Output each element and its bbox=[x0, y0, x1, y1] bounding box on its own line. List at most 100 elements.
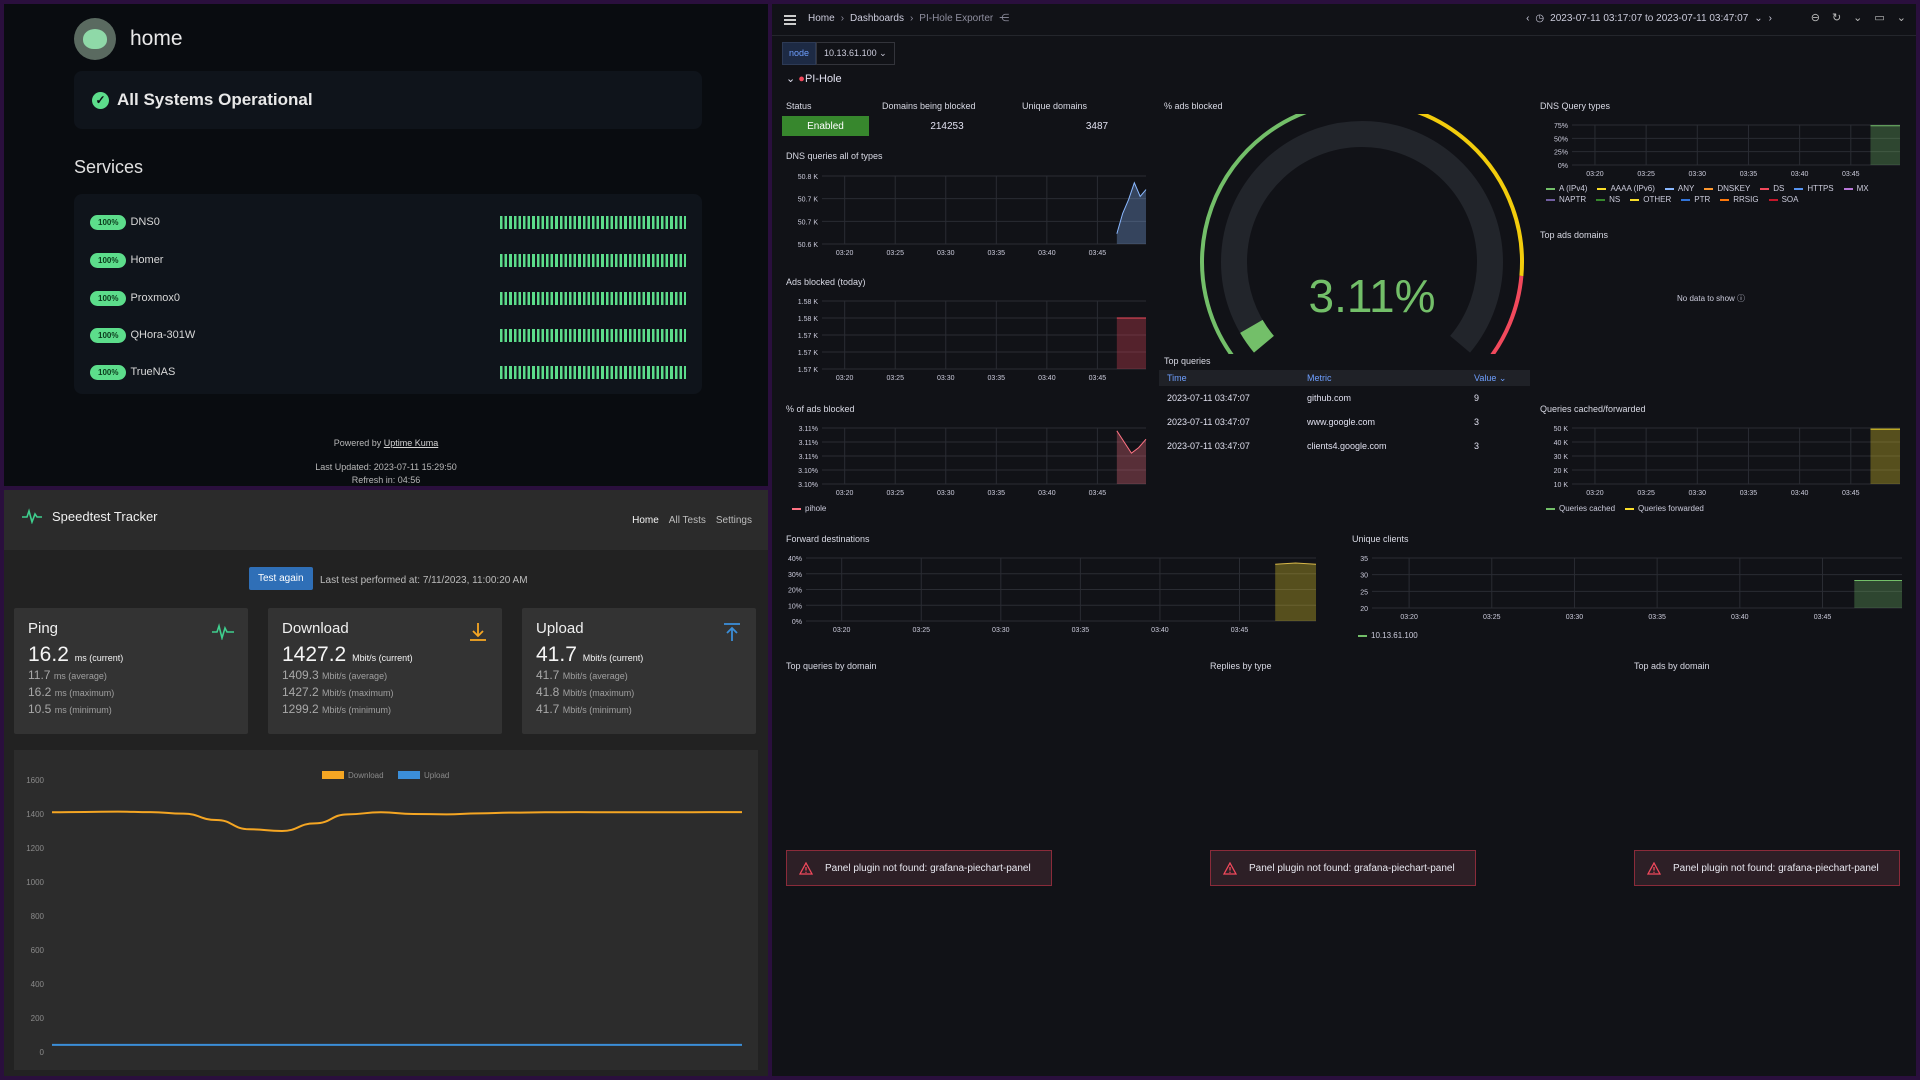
share-icon[interactable]: ⋲ bbox=[999, 13, 1009, 24]
no-data-text: No data to show ⓘ bbox=[1677, 293, 1745, 304]
unique-clients-chart: 35 30 25 20 03:20 03:25 03:30 03:35 03:40 03:45 bbox=[1360, 556, 1902, 621]
panel-title[interactable]: Forward destinations bbox=[786, 534, 870, 544]
chevron-down-icon[interactable]: ⌄ bbox=[1897, 11, 1906, 24]
x-tick-label: 03:30 bbox=[937, 490, 955, 497]
x-tick-label: 03:20 bbox=[1586, 490, 1604, 497]
panel-title[interactable]: DNS queries all of types bbox=[786, 151, 883, 161]
legend-item[interactable]: HTTPS bbox=[1794, 184, 1834, 193]
legend-item[interactable]: AAAA (IPv6) bbox=[1597, 184, 1655, 193]
legend-item[interactable]: MX bbox=[1843, 184, 1869, 193]
panel-title[interactable]: Unique domains bbox=[1022, 101, 1087, 111]
service-item[interactable]: 100% Homer bbox=[90, 250, 686, 270]
x-tick-label: 03:25 bbox=[1637, 490, 1655, 497]
legend-item[interactable]: 10.13.61.100 bbox=[1358, 631, 1418, 640]
panel-title[interactable]: Queries cached/forwarded bbox=[1540, 404, 1646, 414]
service-name[interactable]: DNS0 bbox=[130, 216, 159, 228]
panel-title[interactable]: Top queries by domain bbox=[786, 661, 877, 671]
x-tick-label: 03:35 bbox=[1740, 171, 1758, 178]
row-title[interactable]: ⌄ ●PI-Hole bbox=[786, 72, 842, 85]
uptime-kuma-link[interactable]: Uptime Kuma bbox=[384, 438, 439, 448]
time-range-text[interactable]: 2023-07-11 03:17:07 to 2023-07-11 03:47:… bbox=[1550, 13, 1748, 24]
refresh-icon[interactable]: ↻ bbox=[1832, 11, 1841, 24]
chevron-down-icon[interactable]: ⌄ bbox=[1853, 11, 1862, 24]
chart-legend: pihole bbox=[792, 504, 826, 513]
legend-item[interactable]: Queries cached bbox=[1546, 504, 1615, 513]
y-tick-label: 50.7 K bbox=[798, 197, 819, 204]
legend-label: AAAA (IPv6) bbox=[1610, 184, 1655, 193]
series-area bbox=[1275, 563, 1316, 621]
service-item[interactable]: 100% TrueNAS bbox=[90, 362, 686, 382]
nav-all-tests[interactable]: All Tests bbox=[669, 515, 706, 526]
y-tick-label: 50.8 K bbox=[798, 174, 819, 181]
series-area bbox=[1116, 318, 1146, 369]
y-tick-label: 800 bbox=[31, 912, 45, 921]
legend-item[interactable]: pihole bbox=[792, 504, 826, 513]
panel-title[interactable]: Top ads by domain bbox=[1634, 661, 1710, 671]
chevron-right-icon: › bbox=[909, 13, 914, 24]
column-value[interactable]: Value ⌄ bbox=[1474, 373, 1530, 384]
topbar-actions: ⊖ ↻ ⌄ ▭ ⌄ bbox=[1811, 11, 1906, 24]
y-tick-label: 20% bbox=[788, 588, 802, 595]
download-minimum: 1299.2 Mbit/s (minimum) bbox=[282, 701, 488, 718]
service-item[interactable]: 100% DNS0 bbox=[90, 212, 686, 232]
column-time[interactable]: Time bbox=[1159, 373, 1307, 383]
hamburger-menu-icon[interactable] bbox=[784, 15, 796, 25]
x-tick-label: 03:40 bbox=[1791, 171, 1809, 178]
heartbeat-bar bbox=[500, 254, 686, 267]
time-picker[interactable]: ‹ ◷ 2023-07-11 03:17:07 to 2023-07-11 03… bbox=[1526, 13, 1772, 24]
nav-home[interactable]: Home bbox=[632, 515, 659, 526]
legend-item[interactable]: OTHER bbox=[1630, 195, 1671, 204]
service-name[interactable]: Proxmox0 bbox=[130, 292, 180, 304]
chevron-down-icon[interactable]: ⌄ bbox=[1754, 13, 1762, 24]
service-item[interactable]: 100% QHora-301W bbox=[90, 325, 686, 345]
y-tick-label: 40% bbox=[788, 556, 802, 563]
plugin-error: Panel plugin not found: grafana-piechart… bbox=[1634, 850, 1900, 886]
panel-title[interactable]: Top queries bbox=[1164, 356, 1211, 366]
service-list: 100% DNS0 100% Homer 100% Proxmox0 100% … bbox=[74, 194, 702, 394]
panel-title[interactable]: % ads blocked bbox=[1164, 101, 1223, 111]
panel-title[interactable]: Domains being blocked bbox=[882, 101, 976, 111]
panel-title[interactable]: Top ads domains bbox=[1540, 230, 1608, 240]
panel-title[interactable]: Ads blocked (today) bbox=[786, 277, 866, 287]
service-name[interactable]: QHora-301W bbox=[130, 329, 195, 341]
stat-value: 1427.2 bbox=[282, 685, 319, 699]
blocked-value: 214253 bbox=[930, 121, 964, 132]
brand[interactable]: Speedtest Tracker bbox=[22, 508, 158, 524]
nav-settings[interactable]: Settings bbox=[716, 515, 752, 526]
variable-select[interactable]: 10.13.61.100 ⌄ bbox=[816, 42, 895, 65]
breadcrumb-dashboard[interactable]: PI-Hole Exporter bbox=[919, 13, 993, 24]
legend-item[interactable]: DNSKEY bbox=[1704, 184, 1750, 193]
zoom-out-icon[interactable]: ⊖ bbox=[1811, 11, 1820, 24]
panel-title[interactable]: Unique clients bbox=[1352, 534, 1409, 544]
legend-item[interactable]: RRSIG bbox=[1720, 195, 1759, 204]
column-metric[interactable]: Metric bbox=[1307, 373, 1474, 383]
top-queries-table: Time Metric Value ⌄ 2023-07-11 03:47:07 … bbox=[1159, 370, 1530, 458]
panel-title[interactable]: Status bbox=[786, 101, 812, 111]
legend-item[interactable]: NS bbox=[1596, 195, 1620, 204]
panel-title[interactable]: DNS Query types bbox=[1540, 101, 1610, 111]
info-icon[interactable]: ⓘ bbox=[1737, 294, 1745, 303]
breadcrumb-home[interactable]: Home bbox=[808, 13, 835, 24]
legend-item[interactable]: A (IPv4) bbox=[1546, 184, 1587, 193]
panel-title[interactable]: Replies by type bbox=[1210, 661, 1272, 671]
breadcrumb-dashboards[interactable]: Dashboards bbox=[850, 13, 904, 24]
legend-item[interactable]: DS bbox=[1760, 184, 1784, 193]
service-name[interactable]: TrueNAS bbox=[130, 366, 175, 378]
x-tick-label: 03:30 bbox=[1566, 614, 1584, 621]
legend-item[interactable]: PTR bbox=[1681, 195, 1710, 204]
table-row: 2023-07-11 03:47:07 clients4.google.com … bbox=[1159, 434, 1530, 458]
service-name[interactable]: Homer bbox=[130, 254, 163, 266]
y-tick-label: 25 bbox=[1360, 589, 1368, 596]
x-tick-label: 03:20 bbox=[836, 490, 854, 497]
chevron-right-icon[interactable]: › bbox=[1769, 13, 1772, 24]
legend-item[interactable]: NAPTR bbox=[1546, 195, 1586, 204]
panel-title[interactable]: % of ads blocked bbox=[786, 404, 855, 414]
legend-item[interactable]: Queries forwarded bbox=[1625, 504, 1704, 513]
legend-item[interactable]: ANY bbox=[1664, 184, 1694, 193]
test-again-button[interactable]: Test again bbox=[249, 567, 313, 590]
unit-label: Mbit/s (current) bbox=[352, 653, 413, 663]
tv-mode-icon[interactable]: ▭ bbox=[1874, 11, 1884, 24]
legend-item[interactable]: SOA bbox=[1768, 195, 1799, 204]
chevron-left-icon[interactable]: ‹ bbox=[1526, 13, 1529, 24]
service-item[interactable]: 100% Proxmox0 bbox=[90, 288, 686, 308]
